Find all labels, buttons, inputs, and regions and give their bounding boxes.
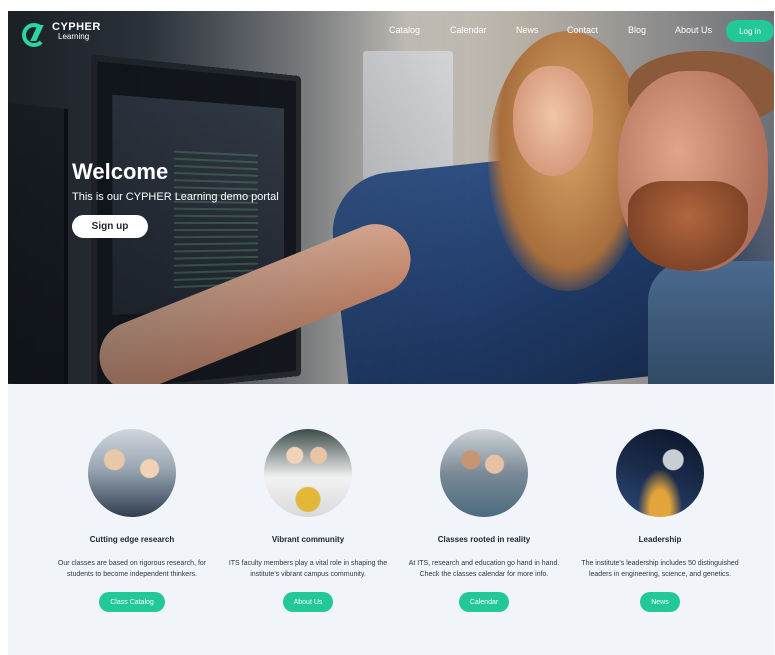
- feature-text: The institute's leadership includes 50 d…: [581, 560, 739, 578]
- nav-link-about-us[interactable]: About Us: [675, 25, 712, 35]
- about-us-button[interactable]: About Us: [282, 592, 334, 612]
- feature-title: Vibrant community: [271, 535, 345, 544]
- signup-button[interactable]: Sign up: [72, 215, 148, 238]
- feature-card-classes: Classes rooted in reality At ITS, resear…: [404, 429, 564, 612]
- classes-photo: [440, 429, 528, 517]
- feature-title: Leadership: [638, 535, 682, 544]
- feature-title: Cutting edge research: [89, 535, 175, 544]
- feature-card-community: Vibrant community ITS faculty members pl…: [228, 429, 388, 612]
- cypher-logo-icon: [22, 22, 48, 47]
- nav-link-news[interactable]: News: [516, 25, 539, 35]
- top-navbar: CYPHER Learning Catalog Calendar News Co…: [8, 11, 774, 51]
- features-section: Cutting edge research Our classes are ba…: [8, 384, 774, 655]
- news-button[interactable]: News: [640, 592, 680, 612]
- login-button[interactable]: Log in: [726, 20, 774, 42]
- brand-sub: Learning: [58, 32, 90, 41]
- nav-link-calendar[interactable]: Calendar: [450, 25, 487, 35]
- community-photo: [264, 429, 352, 517]
- calendar-button[interactable]: Calendar: [458, 592, 510, 612]
- brand-logo[interactable]: CYPHER Learning: [22, 22, 101, 47]
- class-catalog-button[interactable]: Class Catalog: [99, 592, 165, 612]
- feature-text: Our classes are based on rigorous resear…: [57, 560, 207, 578]
- research-photo: [88, 429, 176, 517]
- feature-card-research: Cutting edge research Our classes are ba…: [52, 429, 212, 612]
- nav-link-catalog[interactable]: Catalog: [389, 25, 420, 35]
- hero-title: Welcome: [72, 159, 169, 184]
- nav-link-blog[interactable]: Blog: [628, 25, 646, 35]
- feature-text: ITS faculty members play a vital role in…: [228, 560, 388, 578]
- feature-card-leadership: Leadership The institute's leadership in…: [580, 429, 740, 612]
- feature-title: Classes rooted in reality: [437, 535, 531, 544]
- satellite-photo: [616, 429, 704, 517]
- brand-text: CYPHER Learning: [52, 22, 101, 41]
- nav-link-contact[interactable]: Contact: [567, 25, 598, 35]
- feature-text: At ITS, research and education go hand i…: [408, 560, 560, 578]
- hero-subtitle: This is our CYPHER Learning demo portal: [72, 191, 279, 203]
